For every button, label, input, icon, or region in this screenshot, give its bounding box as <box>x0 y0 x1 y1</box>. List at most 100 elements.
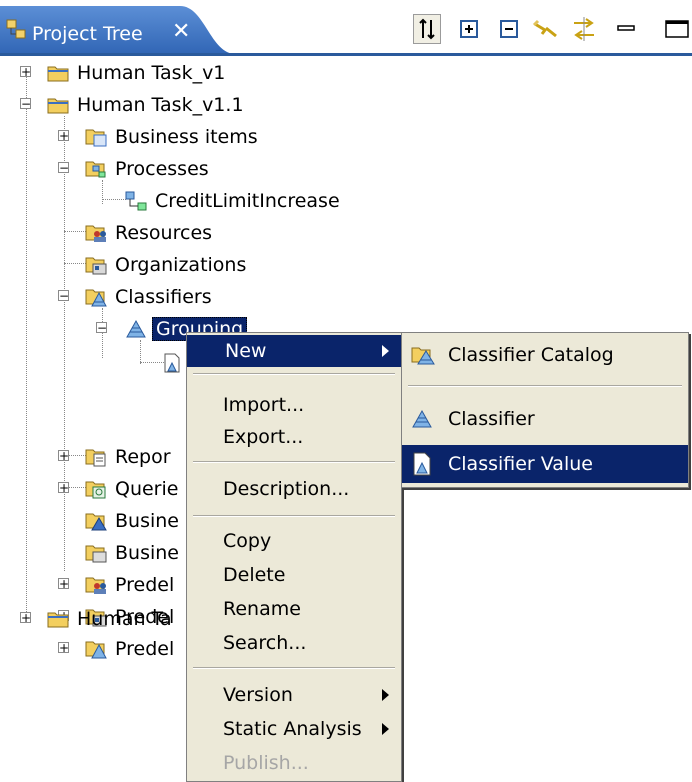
view-titlebar: Project Tree ✕ <box>0 0 692 56</box>
menu-item-classifier[interactable]: Classifier <box>402 403 688 435</box>
menu-item-copy[interactable]: Copy <box>187 525 401 557</box>
link-with-editor-icon[interactable] <box>532 14 560 44</box>
processes-folder-icon <box>84 157 108 181</box>
submenu-arrow-icon <box>382 723 389 735</box>
tree-connector <box>102 199 126 200</box>
tree-node[interactable]: Business items <box>84 122 261 152</box>
collapse-all-icon[interactable] <box>495 14 523 44</box>
classifier-value-icon <box>160 351 184 375</box>
menu-item-new[interactable]: New <box>187 335 401 367</box>
expand-toggle[interactable]: + <box>58 450 69 462</box>
expand-toggle[interactable]: + <box>58 130 69 142</box>
tree-node[interactable]: Organizations <box>84 250 249 280</box>
submenu-arrow-icon <box>382 689 389 701</box>
expand-toggle[interactable]: + <box>58 578 69 590</box>
tree-node[interactable]: Resources <box>84 218 215 248</box>
tree-node[interactable]: Human Task_v1 <box>46 58 228 88</box>
menu-item-rename[interactable]: Rename <box>187 593 401 625</box>
classifier-icon <box>124 317 148 341</box>
tree-node[interactable]: Querie <box>84 474 181 504</box>
project-tree-icon <box>6 18 28 49</box>
tree-node-label: Resources <box>115 222 213 244</box>
business-folder-icon <box>84 541 108 565</box>
tree-node[interactable]: Repor <box>84 442 174 472</box>
sort-icon[interactable] <box>413 14 441 44</box>
expand-toggle[interactable]: + <box>58 642 69 654</box>
expand-all-icon[interactable] <box>455 14 483 44</box>
classifier-catalog-icon <box>410 343 436 372</box>
menu-item-export[interactable]: Export... <box>187 421 401 453</box>
tree-node[interactable]: Classifiers <box>84 282 215 312</box>
tree-node-label: Querie <box>115 478 179 500</box>
tree-node-label: Classifiers <box>115 286 212 308</box>
tree-node-label: Human Task_v1 <box>77 62 226 84</box>
menu-item-label: New <box>225 340 267 362</box>
tree-node-label: Busine <box>115 510 179 532</box>
menu-separator <box>193 515 395 517</box>
filter-icon[interactable] <box>570 14 598 44</box>
menu-item-version[interactable]: Version <box>187 679 401 711</box>
collapse-toggle[interactable]: − <box>58 290 69 302</box>
expand-toggle[interactable]: + <box>58 482 69 494</box>
tree-node[interactable]: Processes <box>84 154 212 184</box>
project-folder-icon <box>46 61 70 85</box>
tree-node[interactable]: Busine <box>84 538 182 568</box>
menu-item-search[interactable]: Search... <box>187 627 401 659</box>
tree-node-label: Predel <box>115 574 175 596</box>
menu-item-label: Copy <box>223 530 272 552</box>
menu-item-label: Rename <box>223 598 301 620</box>
menu-item-label: Classifier Catalog <box>448 344 614 366</box>
menu-item-delete[interactable]: Delete <box>187 559 401 591</box>
tree-node[interactable]: Predel <box>84 634 177 664</box>
submenu-arrow-icon <box>382 345 389 357</box>
menu-item-description[interactable]: Description... <box>187 473 401 505</box>
close-icon[interactable]: ✕ <box>172 19 190 44</box>
menu-item-label: Delete <box>223 564 286 586</box>
queries-folder-icon <box>84 477 108 501</box>
menu-item-label: Search... <box>223 632 307 654</box>
menu-item-classifier-value[interactable]: Classifier Value <box>402 445 688 483</box>
process-icon <box>124 189 148 213</box>
tree-node-label: Predel <box>115 638 175 660</box>
minimize-icon[interactable] <box>612 14 640 44</box>
classifier-icon <box>410 407 434 436</box>
organizations-folder-icon <box>84 253 108 277</box>
expand-toggle[interactable]: + <box>20 66 31 78</box>
maximize-icon[interactable] <box>660 14 692 44</box>
new-submenu: Classifier Catalog Classifier Classifier… <box>401 332 689 488</box>
collapse-toggle[interactable]: − <box>20 98 31 110</box>
menu-separator <box>193 667 395 669</box>
collapse-toggle[interactable]: − <box>96 322 107 334</box>
project-folder-icon <box>46 93 70 117</box>
menu-item-classifier-catalog[interactable]: Classifier Catalog <box>402 339 688 371</box>
business-items-folder-icon <box>84 125 108 149</box>
tree-node[interactable]: Human Task_v1.1 <box>46 90 247 120</box>
collapse-toggle[interactable]: − <box>58 162 69 174</box>
tree-node-label: Repor <box>115 446 171 468</box>
tree-connector <box>26 70 27 620</box>
project-folder-icon <box>46 607 70 631</box>
tree-node[interactable]: Human Ta <box>46 604 175 634</box>
menu-item-label: Version <box>223 684 293 706</box>
tree-connector <box>64 116 65 571</box>
classifiers-folder-icon <box>84 285 108 309</box>
menu-item-import[interactable]: Import... <box>187 389 401 421</box>
menu-item-publish: Publish... <box>187 747 401 779</box>
business-folder-icon <box>84 509 108 533</box>
expand-toggle[interactable]: + <box>20 612 31 624</box>
tree-node-label: Human Ta <box>77 608 172 630</box>
tree-node[interactable]: Predel <box>84 570 177 600</box>
reports-folder-icon <box>84 445 108 469</box>
tree-node-label: Human Task_v1.1 <box>77 94 244 116</box>
tree-node-label: Organizations <box>115 254 247 276</box>
menu-separator <box>408 385 682 387</box>
tab-project-tree[interactable]: Project Tree ✕ <box>0 6 236 56</box>
tree-node[interactable] <box>160 348 188 378</box>
menu-item-static-analysis[interactable]: Static Analysis <box>187 713 401 745</box>
tree-node-label: Business items <box>115 126 258 148</box>
menu-separator <box>193 461 395 463</box>
tree-node[interactable]: CreditLimitIncrease <box>124 186 343 216</box>
menu-item-label: Classifier <box>448 408 535 430</box>
menu-item-label: Import... <box>223 394 305 416</box>
tree-node[interactable]: Busine <box>84 506 182 536</box>
